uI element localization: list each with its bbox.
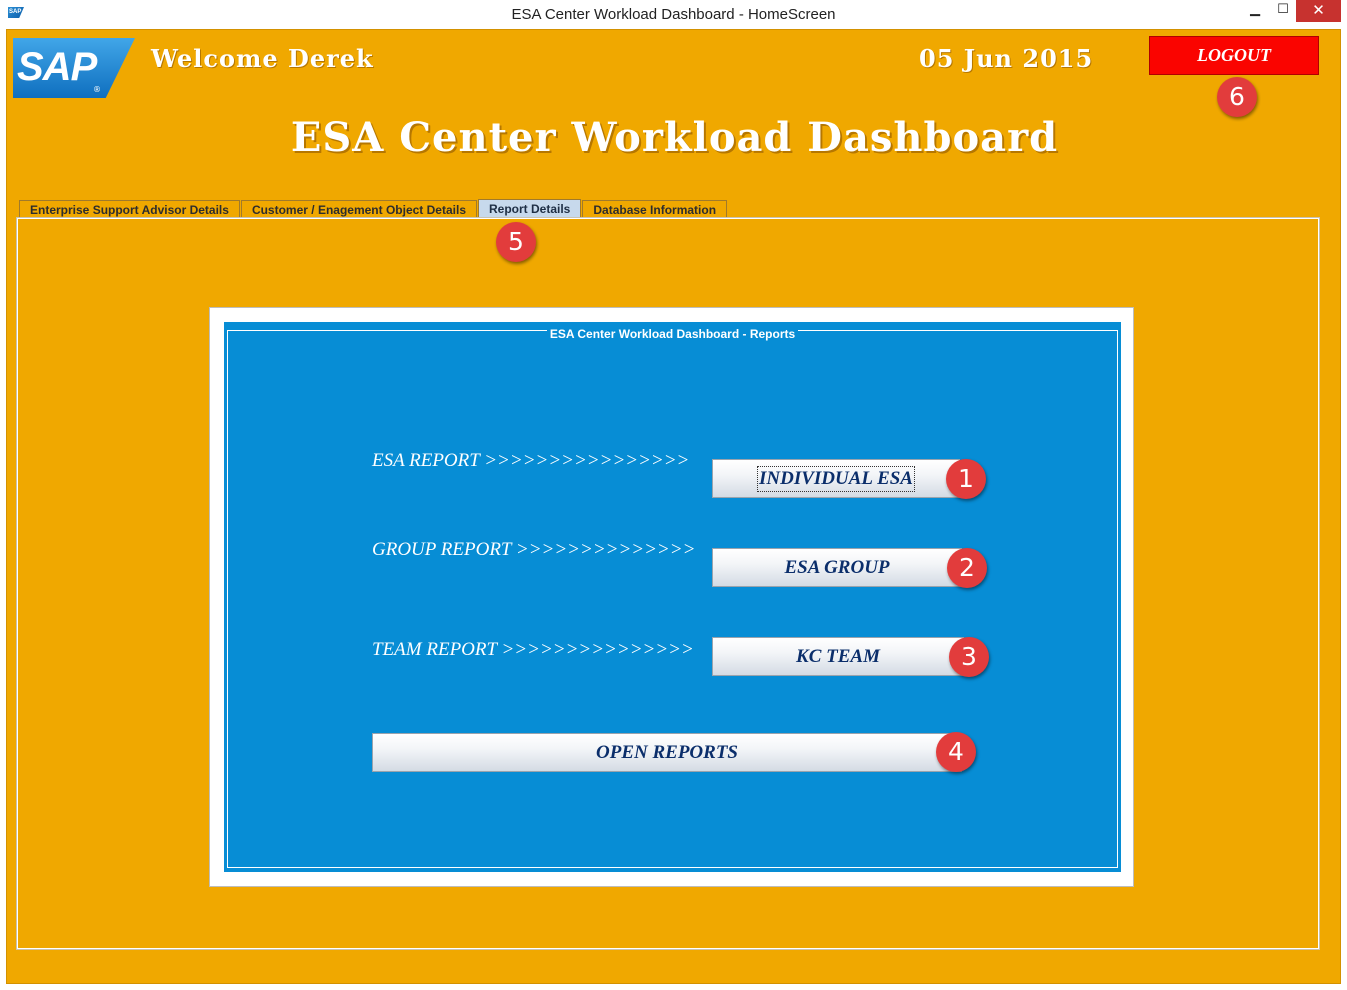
callout-badge-2: 2 (947, 548, 987, 588)
registered-mark: ® (93, 85, 101, 94)
reports-panel-title: ESA Center Workload Dashboard - Reports (224, 325, 1121, 343)
kc-team-button[interactable]: KC TEAM (712, 637, 964, 676)
page-title: ESA Center Workload Dashboard (290, 114, 1059, 161)
open-reports-button[interactable]: OPEN REPORTS (372, 733, 962, 772)
tab-bar: Enterprise Support Advisor Details Custo… (19, 199, 728, 219)
individual-esa-label: INDIVIDUAL ESA (757, 466, 915, 492)
reports-panel-title-text: ESA Center Workload Dashboard - Reports (546, 327, 799, 341)
team-report-label: TEAM REPORT >>>>>>>>>>>>>>> (372, 639, 694, 660)
tab-database-info[interactable]: Database Information (582, 200, 728, 219)
welcome-text: Welcome Derek (151, 44, 374, 73)
individual-esa-button[interactable]: INDIVIDUAL ESA (712, 459, 960, 498)
esa-report-label: ESA REPORT >>>>>>>>>>>>>>>> (372, 450, 690, 471)
tab-customer-details[interactable]: Customer / Enagement Object Details (240, 200, 477, 219)
minimize-button[interactable]: ▁ (1240, 0, 1270, 22)
tab-esa-details[interactable]: Enterprise Support Advisor Details (19, 200, 240, 219)
group-report-label: GROUP REPORT >>>>>>>>>>>>>> (372, 539, 696, 560)
callout-badge-5: 5 (496, 222, 536, 262)
reports-panel: ESA Center Workload Dashboard - Reports … (209, 307, 1134, 887)
sap-logo: SAP ® (13, 38, 135, 98)
main-window: SAP ® Welcome Derek 05 Jun 2015 LOGOUT 6… (6, 29, 1341, 984)
callout-badge-6: 6 (1217, 77, 1257, 117)
callout-badge-1: 1 (946, 459, 986, 499)
callout-badge-3: 3 (949, 637, 989, 677)
callout-badge-4: 4 (936, 732, 976, 772)
window-titlebar: SAP ESA Center Workload Dashboard - Home… (0, 0, 1347, 29)
current-date: 05 Jun 2015 (919, 44, 1094, 73)
maximize-button[interactable]: ☐ (1268, 0, 1298, 22)
reports-panel-border (227, 330, 1118, 868)
logo-text: SAP (17, 45, 97, 89)
tab-report-details[interactable]: Report Details (478, 199, 582, 219)
logout-button[interactable]: LOGOUT (1149, 36, 1319, 75)
window-title: ESA Center Workload Dashboard - HomeScre… (511, 6, 836, 23)
esa-group-button[interactable]: ESA GROUP (712, 548, 962, 587)
reports-panel-body: ESA Center Workload Dashboard - Reports … (224, 322, 1121, 872)
close-button[interactable]: ✕ (1296, 0, 1341, 22)
